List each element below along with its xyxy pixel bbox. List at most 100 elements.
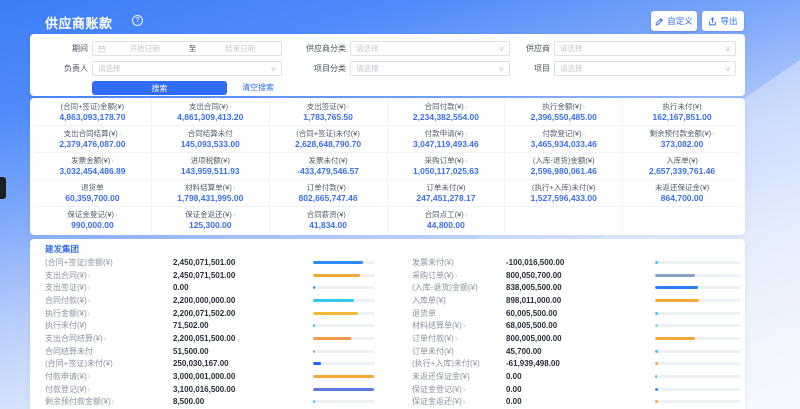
row-label[interactable]: 付款申请(¥)› bbox=[45, 371, 173, 382]
row-value: 3,000,001,000.00 bbox=[173, 372, 313, 381]
row-label: 入库单(¥)› bbox=[412, 295, 506, 306]
metric-cell[interactable]: 保证金返还(¥)› 125,300.00 bbox=[152, 207, 270, 234]
metric-cell: 退货单› 60,359,700.00 bbox=[34, 180, 152, 207]
metric-cell[interactable]: 保证金登记(¥)› 990,000.00 bbox=[34, 207, 152, 234]
row-bar-fill bbox=[655, 337, 695, 340]
metric-value: 4,863,093,178.70 bbox=[59, 112, 125, 123]
chevron-right-icon: › bbox=[347, 183, 350, 192]
page-title: 供应商账款 bbox=[45, 13, 113, 32]
metric-cell[interactable]: 材料结算单(¥)› 1,798,431,995.00 bbox=[152, 180, 270, 207]
metric-cell[interactable]: 合同点工(¥)› 44,800.00 bbox=[388, 207, 506, 234]
supplier-group-title[interactable]: 建发集团 bbox=[45, 243, 79, 255]
row-value: 68,005,500.00 bbox=[506, 321, 655, 330]
project-category-select[interactable]: 请选择 ∨ bbox=[350, 61, 510, 76]
metric-cell[interactable]: 订单付款(¥)› 802,665,747.46 bbox=[270, 180, 388, 207]
row-label[interactable]: 支出签证(¥)› bbox=[45, 282, 173, 293]
row-label[interactable]: 保证金登记(¥)› bbox=[412, 384, 506, 395]
row-value: 898,011,000.00 bbox=[506, 296, 655, 305]
chevron-right-icon: › bbox=[455, 334, 458, 343]
row-bar-fill bbox=[313, 274, 360, 277]
row-label[interactable]: 保证金返还(¥)› bbox=[412, 396, 506, 407]
metric-cell[interactable]: 付款登记(¥)› 3,465,934,033.46 bbox=[505, 126, 623, 153]
chevron-right-icon: › bbox=[112, 397, 115, 406]
row-label[interactable]: 采购订单(¥)› bbox=[412, 270, 506, 281]
owner-select[interactable]: 请选择 ∨ bbox=[92, 61, 282, 76]
metric-row: 入库单(¥)› 898,011,000.00 bbox=[412, 294, 740, 307]
metric-cell[interactable]: 合同薪资(¥)› 41,834.00 bbox=[270, 207, 388, 234]
customize-button[interactable]: 自定义 bbox=[651, 11, 697, 31]
export-icon bbox=[708, 17, 717, 26]
metric-cell[interactable]: 付款申请(¥)› 3,047,119,493.46 bbox=[388, 126, 506, 153]
metric-label: 进项税额(¥)› bbox=[191, 156, 230, 166]
supplier-select[interactable]: 请选择 ∨ bbox=[554, 41, 736, 56]
help-icon[interactable]: ? bbox=[132, 15, 143, 26]
metric-value: -433,479,546.57 bbox=[297, 166, 359, 177]
row-label[interactable]: 执行金额(¥)› bbox=[45, 308, 173, 319]
row-label[interactable]: 合同付款(¥)› bbox=[45, 295, 173, 306]
clear-search-link[interactable]: 清空搜索 bbox=[242, 81, 274, 95]
metric-label: (合同+签证)未付(¥)› bbox=[296, 129, 360, 139]
metric-label: 剩余预付款金额(¥)› bbox=[649, 129, 714, 139]
metric-label: 发票未付(¥)› bbox=[308, 156, 347, 166]
metric-value: 44,800.00 bbox=[427, 220, 465, 231]
export-button[interactable]: 导出 bbox=[702, 11, 744, 31]
metric-cell[interactable]: 发票金额(¥)› 3,032,454,486.89 bbox=[34, 153, 152, 180]
metric-row: 合同付款(¥)› 2,200,000,000.00 bbox=[45, 294, 375, 307]
row-bar-track bbox=[655, 375, 740, 378]
supplier-category-select[interactable]: 请选择 ∨ bbox=[350, 41, 510, 56]
metric-cell[interactable]: 采购订单(¥)› 1,050,117,025.63 bbox=[388, 153, 506, 180]
range-separator: 至 bbox=[181, 43, 205, 54]
row-label[interactable]: 材料结算单(¥)› bbox=[412, 320, 506, 331]
metric-label: 订单未付(¥)› bbox=[426, 183, 465, 193]
row-bar-track bbox=[313, 274, 375, 277]
row-value: 0.00 bbox=[506, 372, 655, 381]
chevron-right-icon: › bbox=[111, 156, 114, 165]
row-label: 退货单› bbox=[412, 308, 506, 319]
metric-cell: 进项税额(¥)› 143,959,511.93 bbox=[152, 153, 270, 180]
row-label[interactable]: 订单付款(¥)› bbox=[412, 333, 506, 344]
metric-label: 合同点工(¥)› bbox=[425, 210, 468, 220]
customize-label: 自定义 bbox=[667, 15, 693, 27]
metric-row: 保证金登记(¥)› 0.00 bbox=[412, 383, 740, 396]
row-bar-track bbox=[313, 388, 375, 391]
metric-cell[interactable]: 剩余预付款金额(¥)› 373,082.00 bbox=[623, 126, 741, 153]
metric-label: 退货单› bbox=[81, 183, 104, 193]
end-date-placeholder: 结束日期 bbox=[204, 43, 276, 54]
chevron-right-icon: › bbox=[465, 156, 468, 165]
project-select[interactable]: 请选择 ∨ bbox=[554, 61, 736, 76]
metric-label: (执行+入库)未付(¥)› bbox=[532, 183, 596, 193]
row-bar-track bbox=[313, 312, 375, 315]
metric-value: 864,700.00 bbox=[661, 193, 704, 204]
chevron-right-icon: › bbox=[88, 372, 91, 381]
date-range-input[interactable]: 开始日期 至 结束日期 bbox=[92, 41, 282, 56]
row-bar-fill bbox=[313, 400, 315, 403]
start-date-placeholder: 开始日期 bbox=[109, 43, 181, 54]
row-value: 45,700.00 bbox=[506, 347, 655, 356]
row-value: 60,005,500.00 bbox=[506, 309, 655, 318]
chevron-right-icon: › bbox=[233, 183, 236, 192]
metric-cell[interactable]: 执行金额(¥)› 2,396,550,485.00 bbox=[505, 99, 623, 126]
supplier-group-panel: 建发集团 (合同+签证)金额(¥)› 2,450,071,501.00 支出合同… bbox=[30, 239, 745, 409]
row-bar-track bbox=[655, 362, 740, 365]
metric-row: 发票未付(¥)› -100,016,500.00 bbox=[412, 256, 740, 269]
row-label[interactable]: 剩余预付款金额(¥)› bbox=[45, 396, 173, 407]
metric-cell[interactable]: 合同付款(¥)› 2,234,382,554.00 bbox=[388, 99, 506, 126]
row-bar-fill bbox=[655, 362, 658, 365]
sidebar-collapse-handle[interactable] bbox=[0, 177, 6, 199]
metric-value: 3,465,934,033.46 bbox=[531, 139, 597, 150]
row-value: -61,939,498.00 bbox=[506, 359, 655, 368]
row-label[interactable]: 付款登记(¥)› bbox=[45, 384, 173, 395]
row-value: 3,100,016,500.00 bbox=[173, 385, 313, 394]
row-label[interactable]: 支出合同(¥)› bbox=[45, 270, 173, 281]
metric-value: 1,050,117,025.63 bbox=[413, 166, 479, 177]
row-bar-track bbox=[313, 400, 375, 403]
metric-row: 执行金额(¥)› 2,200,071,502.00 bbox=[45, 307, 375, 320]
row-label[interactable]: 支出合同结算(¥)› bbox=[45, 333, 173, 344]
search-button[interactable]: 搜索 bbox=[92, 81, 227, 95]
metric-cell[interactable]: 支出合同结算(¥)› 2,379,476,087.00 bbox=[34, 126, 152, 153]
metric-row: (执行+入库)未付(¥)› -61,939,498.00 bbox=[412, 358, 740, 371]
metric-cell[interactable]: 支出签证(¥)› 1,783,765.50 bbox=[270, 99, 388, 126]
metric-value: 60,359,700.00 bbox=[65, 193, 119, 204]
metric-cell[interactable]: 支出合同(¥)› 4,861,309,413.20 bbox=[152, 99, 270, 126]
supplier-category-label: 供应商分类 bbox=[286, 41, 346, 56]
